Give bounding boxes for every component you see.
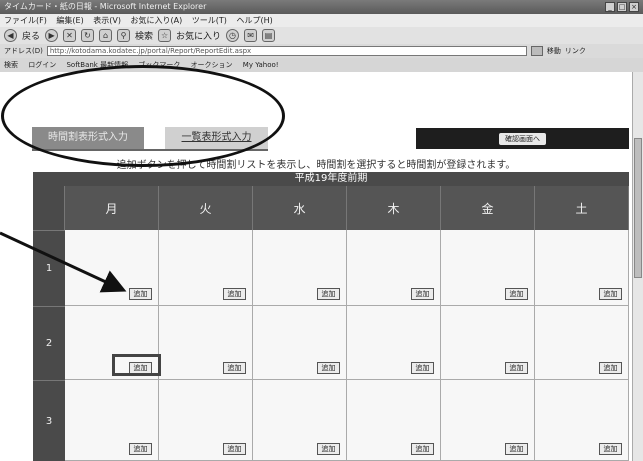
minimize-button[interactable]: _ bbox=[605, 2, 615, 12]
print-icon[interactable]: ▤ bbox=[262, 29, 276, 42]
menu-view[interactable]: 表示(V) bbox=[93, 16, 121, 25]
timetable-cell: 追加 bbox=[347, 306, 441, 380]
menu-edit[interactable]: 編集(E) bbox=[56, 16, 83, 25]
confirm-screen-label[interactable]: 確認画面へ bbox=[499, 132, 546, 145]
timetable-cell: 追加 bbox=[441, 380, 535, 461]
search-label[interactable]: 検索 bbox=[135, 29, 153, 42]
add-button[interactable]: 追加 bbox=[505, 443, 528, 455]
timetable-cell: 追加 bbox=[535, 380, 629, 461]
grid-corner bbox=[33, 186, 65, 230]
browser-toolbar: ◀ 戻る ▶ ✕ ↻ ⌂ ⚲ 検索 ☆ お気に入り ◷ ✉ ▤ bbox=[0, 27, 643, 44]
vertical-scrollbar[interactable] bbox=[632, 72, 643, 461]
timetable-cell: 追加 bbox=[253, 230, 347, 306]
favorites-icon[interactable]: ☆ bbox=[158, 29, 172, 42]
back-icon[interactable]: ◀ bbox=[4, 29, 17, 42]
day-header-sat: 土 bbox=[535, 186, 629, 230]
period-header-1: 1 bbox=[33, 230, 65, 306]
add-button[interactable]: 追加 bbox=[411, 443, 434, 455]
day-header-tue: 火 bbox=[159, 186, 253, 230]
back-label[interactable]: 戻る bbox=[22, 29, 40, 42]
forward-icon[interactable]: ▶ bbox=[45, 29, 59, 42]
day-header-wed: 水 bbox=[253, 186, 347, 230]
window-titlebar: タイムカード・紙の日報 - Microsoft Internet Explore… bbox=[0, 0, 643, 14]
linkbar-my-yahoo[interactable]: My Yahoo! bbox=[243, 61, 279, 69]
annotation-ellipse bbox=[1, 65, 285, 167]
add-button[interactable]: 追加 bbox=[223, 362, 246, 374]
timetable-cell: 追加 bbox=[65, 380, 159, 461]
address-input[interactable]: http://kotodama.kodatec.jp/portal/Report… bbox=[46, 46, 527, 56]
stop-icon[interactable]: ✕ bbox=[63, 29, 77, 42]
home-icon[interactable]: ⌂ bbox=[99, 29, 113, 42]
timetable-cell: 追加 bbox=[159, 380, 253, 461]
timetable-cell: 追加 bbox=[65, 230, 159, 306]
menu-help[interactable]: ヘルプ(H) bbox=[236, 16, 272, 25]
highlight-box bbox=[112, 354, 161, 376]
address-label: アドレス(D) bbox=[4, 47, 43, 55]
menu-favorites[interactable]: お気に入り(A) bbox=[131, 16, 183, 25]
add-button[interactable]: 追加 bbox=[223, 443, 246, 455]
linkbar-login[interactable]: ログイン bbox=[28, 61, 56, 69]
favorites-label[interactable]: お気に入り bbox=[176, 29, 221, 42]
go-label[interactable]: 移動 bbox=[547, 46, 561, 56]
close-button[interactable]: × bbox=[629, 2, 639, 12]
window-title: タイムカード・紙の日報 - Microsoft Internet Explore… bbox=[4, 2, 207, 11]
timetable-grid: 月 火 水 木 金 土 1 追加 追加 追加 追加 追加 追加 2 追加 追加 … bbox=[33, 186, 629, 461]
add-button[interactable]: 追加 bbox=[317, 362, 340, 374]
linkbar-auction[interactable]: オークション bbox=[191, 61, 233, 69]
add-button[interactable]: 追加 bbox=[411, 362, 434, 374]
timetable-cell: 追加 bbox=[253, 380, 347, 461]
day-header-mon: 月 bbox=[65, 186, 159, 230]
timetable-cell: 追加 bbox=[535, 230, 629, 306]
day-header-thu: 木 bbox=[347, 186, 441, 230]
day-header-fri: 金 bbox=[441, 186, 535, 230]
timetable-cell: 追加 bbox=[441, 230, 535, 306]
scroll-thumb[interactable] bbox=[634, 138, 642, 278]
timetable-cell: 追加 bbox=[535, 306, 629, 380]
add-button[interactable]: 追加 bbox=[505, 362, 528, 374]
maximize-button[interactable]: □ bbox=[617, 2, 627, 12]
refresh-icon[interactable]: ↻ bbox=[81, 29, 95, 42]
search-icon[interactable]: ⚲ bbox=[117, 29, 131, 42]
timetable-cell: 追加 bbox=[159, 230, 253, 306]
add-button[interactable]: 追加 bbox=[599, 362, 622, 374]
add-button[interactable]: 追加 bbox=[129, 288, 152, 300]
menu-bar: ファイル(F) 編集(E) 表示(V) お気に入り(A) ツール(T) ヘルプ(… bbox=[0, 14, 643, 27]
confirm-screen-button[interactable]: 確認画面へ bbox=[416, 128, 629, 149]
go-button[interactable] bbox=[530, 46, 543, 56]
add-button[interactable]: 追加 bbox=[599, 443, 622, 455]
address-bar: アドレス(D) http://kotodama.kodatec.jp/porta… bbox=[0, 44, 643, 58]
add-button[interactable]: 追加 bbox=[411, 288, 434, 300]
history-icon[interactable]: ◷ bbox=[226, 29, 240, 42]
timetable-cell: 追加 bbox=[347, 230, 441, 306]
menu-file[interactable]: ファイル(F) bbox=[4, 16, 47, 25]
period-header-2: 2 bbox=[33, 306, 65, 380]
timetable-cell: 追加 bbox=[253, 306, 347, 380]
timetable-cell: 追加 bbox=[159, 306, 253, 380]
mail-icon[interactable]: ✉ bbox=[244, 29, 258, 42]
term-header: 平成19年度前期 bbox=[33, 172, 629, 186]
links-label[interactable]: リンク bbox=[565, 46, 586, 56]
linkbar-search[interactable]: 検索 bbox=[4, 61, 18, 69]
period-header-3: 3 bbox=[33, 380, 65, 461]
add-button[interactable]: 追加 bbox=[599, 288, 622, 300]
add-button[interactable]: 追加 bbox=[223, 288, 246, 300]
timetable-cell: 追加 bbox=[441, 306, 535, 380]
add-button[interactable]: 追加 bbox=[505, 288, 528, 300]
timetable-cell: 追加 bbox=[347, 380, 441, 461]
add-button[interactable]: 追加 bbox=[317, 443, 340, 455]
add-button[interactable]: 追加 bbox=[317, 288, 340, 300]
window-controls: _ □ × bbox=[605, 2, 639, 12]
add-button[interactable]: 追加 bbox=[129, 443, 152, 455]
menu-tools[interactable]: ツール(T) bbox=[192, 16, 227, 25]
